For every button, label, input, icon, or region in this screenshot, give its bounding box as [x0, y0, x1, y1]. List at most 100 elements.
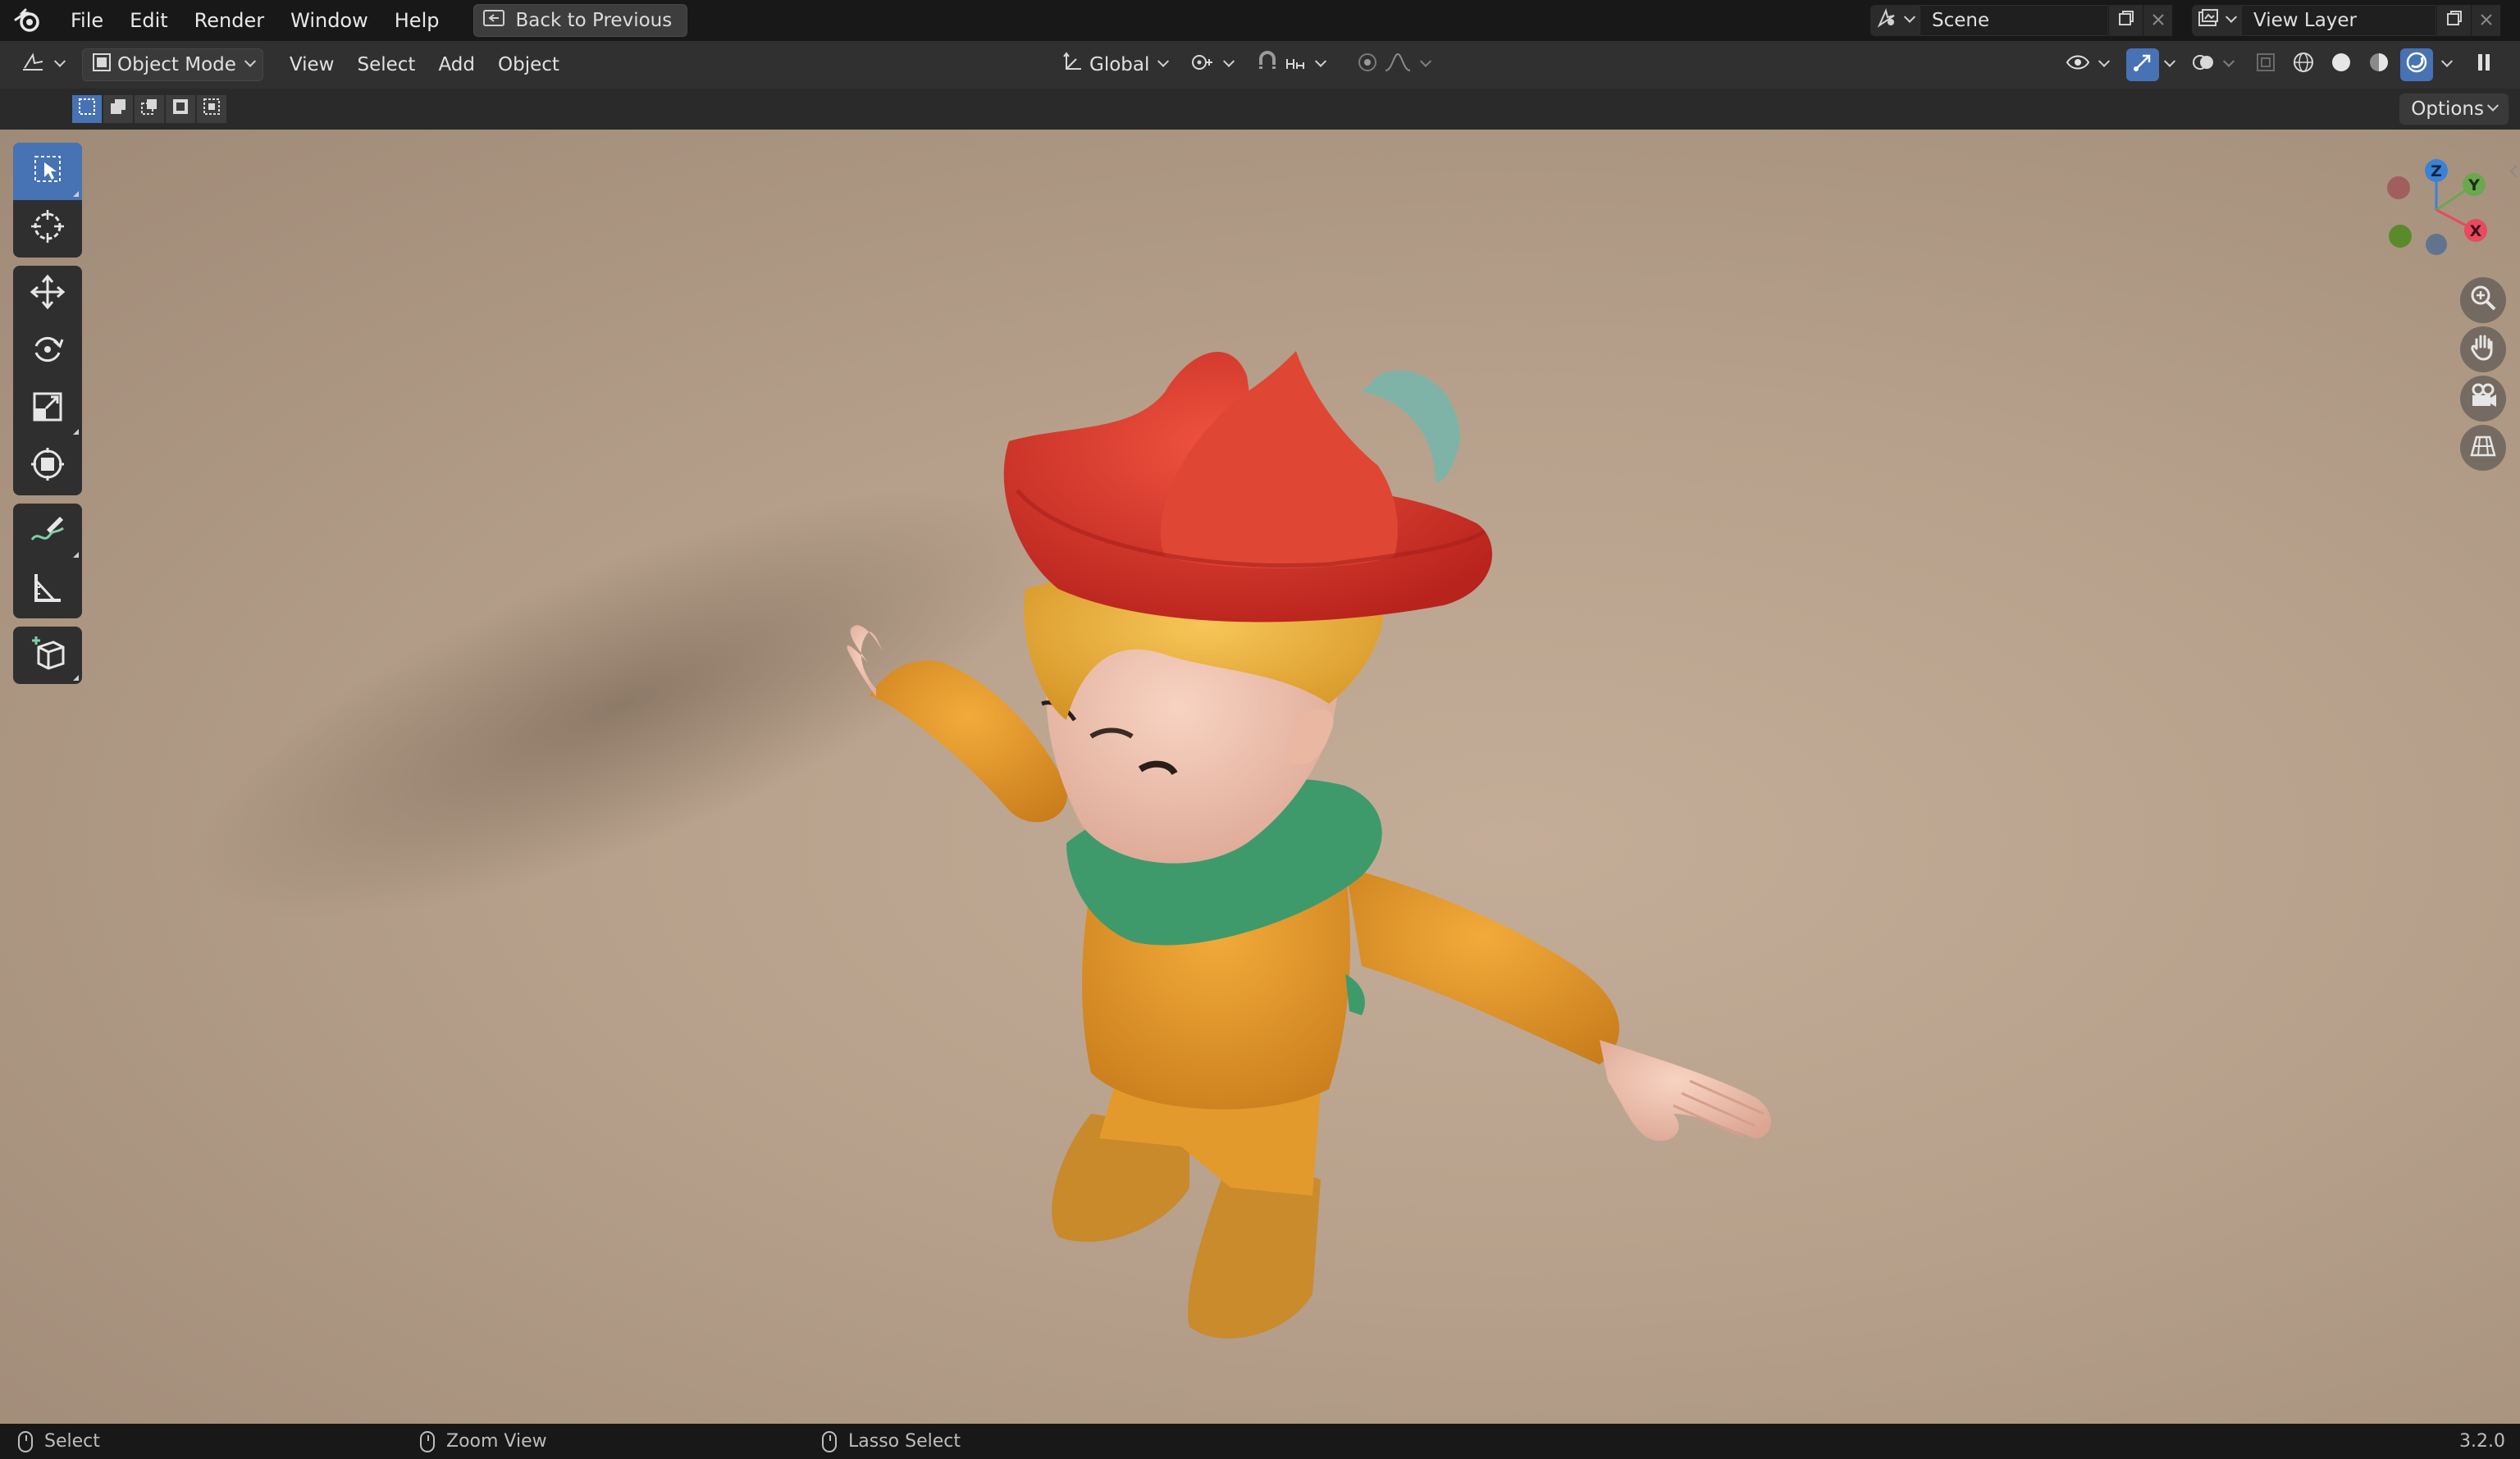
chevron-down-icon[interactable] [2440, 55, 2454, 67]
navigation-gizmo[interactable]: Z Y X [2377, 154, 2509, 269]
menu-render[interactable]: Render [181, 0, 277, 41]
annotate-tool[interactable] [13, 504, 82, 561]
snap-toggle[interactable] [1248, 48, 1333, 81]
delete-view-layer-button[interactable] [2471, 5, 2500, 36]
menu-help[interactable]: Help [381, 0, 453, 41]
chevron-down-icon [2486, 99, 2499, 112]
transform-orientation-selector[interactable]: Global [1053, 48, 1176, 81]
scale-tool[interactable] [13, 381, 82, 438]
back-to-previous-button[interactable]: Back to Previous [473, 4, 688, 37]
hand-pan-icon [2468, 332, 2498, 367]
scene-browse-button[interactable] [1870, 5, 1920, 36]
new-view-layer-button[interactable] [2436, 5, 2471, 36]
select-intersect-button[interactable] [197, 95, 226, 123]
chevron-down-icon[interactable] [2222, 55, 2235, 67]
overlay-icon [2191, 51, 2216, 79]
measure-tool[interactable] [13, 561, 82, 618]
material-shading-button[interactable] [2362, 48, 2395, 81]
select-new-icon [77, 97, 97, 121]
proportional-editing-toggle[interactable] [1348, 48, 1438, 81]
menu-window[interactable]: Window [277, 0, 381, 41]
blender-logo-icon[interactable] [11, 5, 43, 36]
zoom-view-button[interactable] [2460, 277, 2506, 323]
rotate-tool-icon [30, 331, 66, 372]
status-bar: Select Zoom View Lasso Select 3.2.0 [0, 1424, 2520, 1459]
xray-icon [2255, 52, 2276, 78]
pivot-point-selector[interactable] [1182, 48, 1241, 81]
chevron-down-icon[interactable] [2163, 55, 2176, 67]
cursor-tool[interactable] [13, 200, 82, 258]
overlay-toggle[interactable] [2187, 48, 2220, 81]
scene-name-field[interactable]: Scene [1920, 5, 2108, 36]
editor-type-button[interactable] [13, 48, 72, 81]
camera-icon [2468, 381, 2498, 416]
tool-settings-bar: Options [0, 89, 2520, 130]
falloff-icon [1384, 51, 1412, 79]
mode-selector[interactable]: Object Mode [82, 48, 263, 81]
close-icon [2152, 10, 2165, 31]
visibility-selector[interactable] [2057, 48, 2116, 81]
move-tool[interactable] [13, 266, 82, 323]
proportional-icon [1356, 51, 1379, 79]
select-invert-button[interactable] [166, 95, 195, 123]
select-box-tool[interactable] [13, 143, 82, 200]
options-label: Options [2411, 98, 2484, 120]
rotate-tool[interactable] [13, 323, 82, 381]
sidebar-toggle-button[interactable] [2468, 48, 2500, 81]
rendered-scene [194, 351, 1771, 1339]
menu-select[interactable]: Select [345, 48, 427, 81]
close-icon [2480, 10, 2493, 31]
viewport-header: Object Mode View Select Add Object Globa… [0, 41, 2520, 89]
camera-view-button[interactable] [2460, 376, 2506, 422]
transform-tool[interactable] [13, 438, 82, 495]
menu-edit[interactable]: Edit [116, 0, 180, 41]
add-cube-tool[interactable] [13, 627, 82, 684]
mode-label: Object Mode [117, 54, 236, 75]
gizmo-z-label: Z [2431, 162, 2442, 180]
status-middle-click: Zoom View [420, 1430, 547, 1452]
view-layer-name-field[interactable]: View Layer [2241, 5, 2436, 36]
xray-toggle[interactable] [2249, 48, 2282, 81]
delete-scene-button[interactable] [2143, 5, 2172, 36]
select-box-tool-icon [31, 153, 64, 190]
back-icon [482, 9, 505, 32]
options-dropdown[interactable]: Options [2399, 93, 2509, 125]
select-subtract-button[interactable] [135, 95, 164, 123]
copy-icon [2117, 9, 2135, 32]
menu-view[interactable]: View [278, 48, 346, 81]
menu-add[interactable]: Add [427, 48, 486, 81]
editor-type-icon [21, 52, 46, 78]
scale-tool-icon [30, 389, 66, 430]
new-scene-button[interactable] [2108, 5, 2143, 36]
transform-tool-icon [30, 446, 66, 487]
scarf-tail [1345, 974, 1365, 1015]
3d-viewport[interactable]: Z Y X [0, 130, 2520, 1424]
rendered-shading-button[interactable] [2400, 48, 2433, 81]
move-tool-icon [30, 274, 66, 315]
select-new-button[interactable] [72, 95, 102, 123]
wireframe-shading-button[interactable] [2287, 48, 2320, 81]
gizmo-x-label: X [2470, 222, 2482, 240]
chevron-down-icon [2225, 11, 2238, 23]
view-layer-browse-button[interactable] [2192, 5, 2241, 36]
menu-object[interactable]: Object [486, 48, 571, 81]
gizmo-neg-z[interactable] [2426, 234, 2447, 255]
solid-shading-button[interactable] [2325, 48, 2358, 81]
chevron-down-icon [1157, 55, 1170, 67]
select-extend-button[interactable] [103, 95, 133, 123]
menu-file[interactable]: File [57, 0, 116, 41]
chevron-down-icon [1903, 11, 1916, 23]
gizmo-neg-x[interactable] [2387, 176, 2410, 199]
snap-increment-icon [1284, 51, 1307, 79]
gizmo-y-label: Y [2468, 176, 2480, 194]
material-shading-icon [2367, 51, 2390, 79]
annotate-tool-icon [29, 512, 66, 553]
mouse-left-icon [18, 1430, 33, 1452]
gizmo-toggle[interactable] [2126, 48, 2159, 81]
pan-view-button[interactable] [2460, 326, 2506, 372]
sidebar-expand-arrow[interactable] [2509, 162, 2518, 180]
gizmo-neg-y[interactable] [2389, 225, 2412, 248]
ortho-toggle-button[interactable] [2460, 425, 2506, 471]
tool-group-transform [13, 266, 82, 495]
view-layer-selector: View Layer [2192, 5, 2500, 36]
